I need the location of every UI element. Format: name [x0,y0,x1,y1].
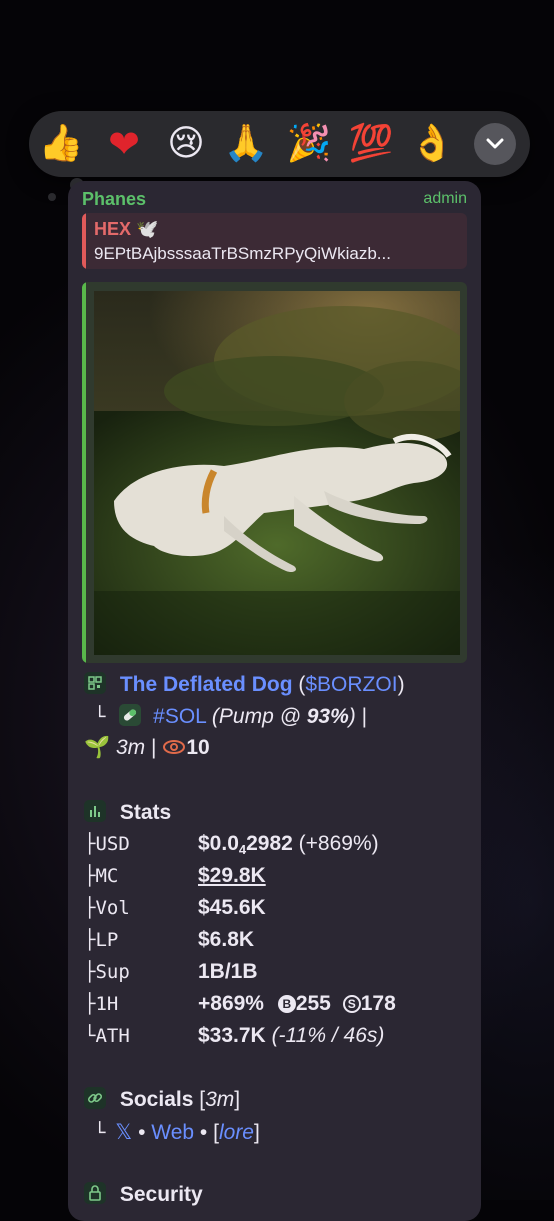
ok-hand-icon[interactable]: 👌 [409,121,455,167]
price-digits: 2982 [246,832,293,855]
sell-icon: S [342,995,361,1013]
ath-change: (-11% / 46s) [271,1024,385,1047]
token-age-line: 🌱 3m | 10 [84,736,210,760]
token-chain-line: └ #SOL (Pump @ 93%) | [94,704,367,729]
security-header: Security [84,1182,203,1207]
qr-scan-icon [84,672,106,694]
stat-key: ├Vol [84,897,130,919]
folded-hands-icon[interactable]: 🙏 [223,121,269,167]
chain-hashtag[interactable]: #SOL [153,705,206,728]
tree-branch: └ [94,1122,106,1144]
dove-icon: 🕊️ [136,219,159,239]
x-link[interactable]: 𝕏 [115,1121,132,1144]
ath-value: $33.7K [198,1024,266,1047]
view-count: 10 [186,736,210,759]
volume-value: $45.6K [198,896,266,919]
eye-icon [163,740,186,754]
hundred-points-icon[interactable]: 💯 [348,121,394,167]
media-preview[interactable] [82,282,467,663]
lore-link[interactable]: lore [219,1121,254,1144]
admin-badge: admin [423,190,467,207]
token-age: 3m [116,736,146,759]
socials-age-value: 3m [205,1088,235,1111]
tree-branch: └ [94,706,106,728]
reply-author: HEX 🕊️ [94,219,158,240]
token-name-link[interactable]: The Deflated Dog [120,673,293,696]
bar-chart-icon [84,800,106,822]
bonding-progress: 93% [306,705,349,728]
dot-separator: • [199,1121,208,1144]
socials-header: Socials [3m] [84,1087,240,1112]
stat-key: ├1H [84,993,119,1015]
stat-value: $33.7K (-11% / 46s) [198,1024,384,1048]
price-prefix: $0.0 [198,832,239,855]
message-bubble[interactable]: Phanes admin HEX 🕊️ 9EPtBAjbsssaaTrBSmzR… [68,181,481,1221]
hour-change: +869% [198,992,264,1015]
red-heart-icon[interactable]: ❤ [101,121,147,167]
source-text: (Pump @ [211,705,307,728]
stats-title: Stats [119,801,172,824]
sender-name[interactable]: Phanes [82,189,146,210]
security-title: Security [119,1183,203,1206]
supply-value: 1B/1B [198,960,258,983]
link-icon [84,1087,106,1109]
stat-key: ├Sup [84,961,130,983]
reply-text: 9EPtBAjbsssaaTrBSmzRPyQiWkiazb... [94,244,391,263]
reply-quote[interactable]: HEX 🕊️ 9EPtBAjbsssaaTrBSmzRPyQiWkiazb... [82,213,467,269]
market-cap-link[interactable]: $29.8K [198,864,266,888]
thumbs-up-icon[interactable]: 👍 [38,121,84,167]
stat-key: └ATH [84,1025,130,1047]
lock-icon [84,1182,106,1204]
buy-count: 255 [295,992,331,1015]
source-end: ) [348,705,356,728]
token-symbol-link[interactable]: $BORZOI [305,673,397,696]
expand-reactions-button[interactable] [474,123,516,165]
stats-header: Stats [84,800,171,825]
socials-title: Socials [119,1088,194,1111]
reaction-picker: 👍 ❤ 😢 🙏 🎉 💯 👌 [29,111,530,177]
paren-close: ) [397,673,405,696]
price-change: (+869%) [298,832,379,855]
party-popper-icon[interactable]: 🎉 [286,121,332,167]
socials-age: [3m] [199,1088,241,1111]
stat-value: $0.042982 (+869%) [198,832,379,857]
dot-separator: • [138,1121,146,1144]
launch-source: (Pump @ 93%) [212,705,356,728]
socials-links: └ 𝕏 • Web • [lore] [94,1120,260,1145]
stat-key: ├MC [84,865,119,887]
seedling-icon: 🌱 [84,736,111,759]
web-link[interactable]: Web [151,1121,194,1144]
stat-key: ├USD [84,833,130,855]
stat-value: +869% B 255 S 178 [198,992,396,1016]
sell-count: 178 [360,992,396,1015]
liquidity-value: $6.8K [198,928,255,951]
reply-author-name: HEX [94,219,132,239]
borzoi-dog-image[interactable] [94,291,460,655]
pill-icon [119,704,142,726]
reply-accent-bar [82,213,86,269]
media-accent-bar [82,282,86,663]
stat-key: ├LP [84,929,119,951]
reaction-tail-small [48,193,56,201]
buy-icon: B [277,995,296,1013]
token-title-line: The Deflated Dog ($BORZOI) [84,672,405,697]
bracket-close: ] [254,1121,260,1144]
separator: | [361,705,368,728]
separator: | [151,736,157,759]
crying-face-icon[interactable]: 😢 [163,121,209,167]
chevron-down-icon [486,138,504,149]
